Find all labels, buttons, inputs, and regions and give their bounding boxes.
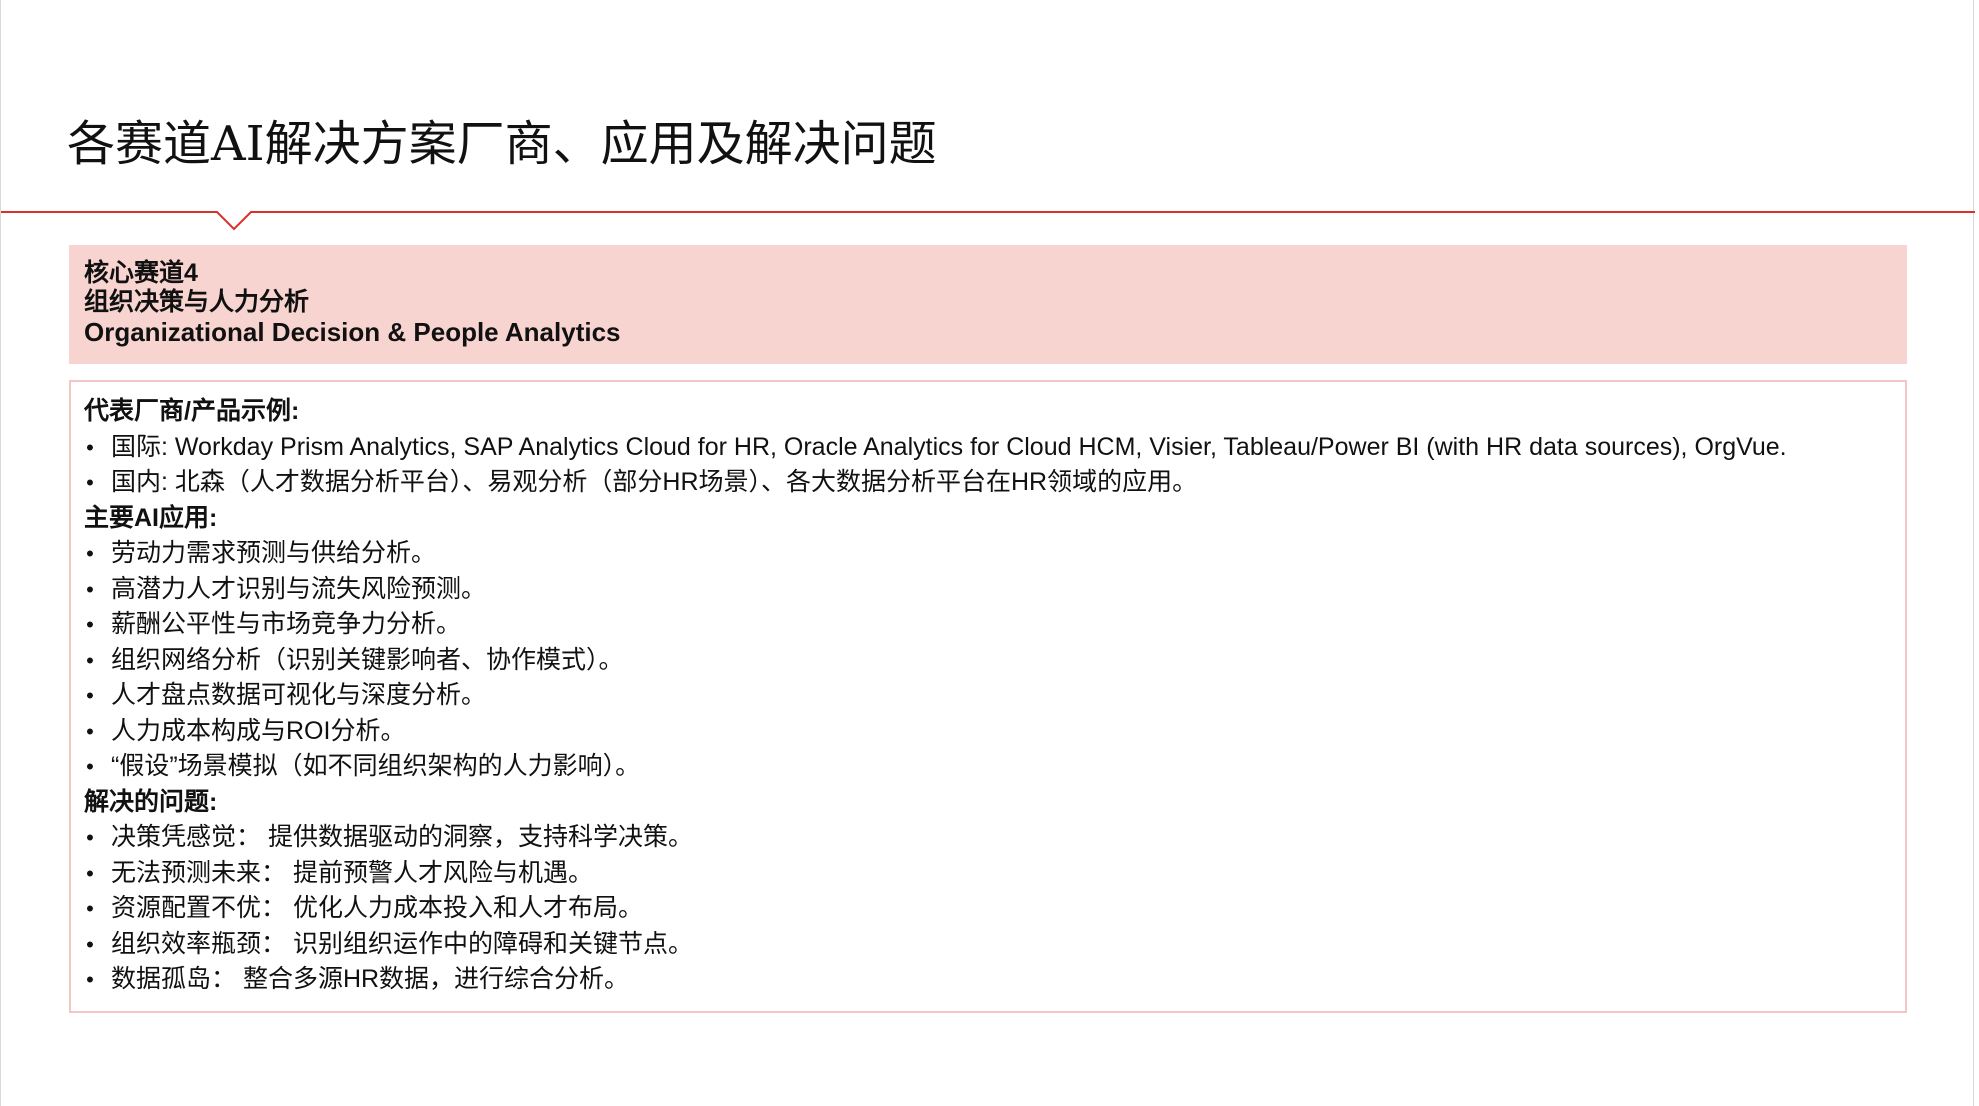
list-item: • 国际: Workday Prism Analytics, SAP Analyt… [84, 430, 1905, 466]
vendors-heading: 代表厂商/产品示例: [84, 397, 300, 425]
bullet-icon: • [86, 931, 94, 957]
list-item: • 组织效率瓶颈： 识别组织运作中的障碍和关键节点。 [84, 927, 1905, 963]
bullet-icon: • [86, 434, 94, 460]
application-text: 人才盘点数据可视化与深度分析。 [111, 681, 487, 709]
bullet-icon: • [86, 896, 94, 921]
bullet-icon: • [86, 647, 94, 673]
content-panel: 代表厂商/产品示例: • 国际: Workday Prism Analytics,… [69, 380, 1907, 1013]
bullet-icon: • [86, 470, 94, 495]
list-item: • “假设”场景模拟（如不同组织架构的人力影响）。 [84, 749, 1905, 785]
application-text: “假设”场景模拟（如不同组织架构的人力影响）。 [111, 752, 641, 780]
application-text: 劳动力需求预测与供给分析。 [111, 539, 437, 567]
list-item: • 组织网络分析（识别关键影响者、协作模式）。 [84, 643, 1905, 679]
list-item: • 高潜力人才识别与流失风险预测。 [84, 572, 1905, 608]
list-item: • 劳动力需求预测与供给分析。 [84, 536, 1905, 572]
bullet-icon: • [86, 825, 94, 850]
track-name-cn: 组织决策与人力分析 [84, 288, 310, 316]
list-item: • 国内: 北森（人才数据分析平台）、易观分析（部分HR场景）、各大数据分析平台在… [84, 465, 1905, 501]
problem-text: 决策凭感觉： 提供数据驱动的洞察，支持科学决策。 [111, 823, 693, 851]
bullet-icon: • [86, 541, 94, 566]
application-text: 薪酬公平性与市场竞争力分析。 [111, 610, 462, 638]
track-header: 核心赛道4 组织决策与人力分析 Organizational Decision … [69, 245, 1907, 364]
list-item: • 薪酬公平性与市场竞争力分析。 [84, 607, 1905, 643]
applications-list: • 劳动力需求预测与供给分析。 • 高潜力人才识别与流失风险预测。 • 薪酬公平性与市… [84, 536, 1905, 785]
page-title: 各赛道AI解决方案厂商、应用及解决问题 [67, 116, 937, 172]
applications-heading: 主要AI应用: [84, 503, 218, 532]
application-text: 高潜力人才识别与流失风险预测。 [111, 574, 487, 603]
bullet-icon: • [86, 718, 94, 744]
list-item: • 无法预测未来： 提前预警人才风险与机遇。 [84, 856, 1905, 892]
bullet-icon: • [86, 967, 94, 992]
problems-list: • 决策凭感觉： 提供数据驱动的洞察，支持科学决策。 • 无法预测未来： 提前预警人… [84, 820, 1905, 998]
application-text: 人力成本构成与ROI分析。 [111, 716, 406, 745]
bullet-icon: • [86, 754, 94, 779]
bullet-icon: • [86, 576, 94, 602]
list-item: • 人力成本构成与ROI分析。 [84, 714, 1905, 750]
list-item: • 决策凭感觉： 提供数据驱动的洞察，支持科学决策。 [84, 820, 1905, 856]
slide: 各赛道AI解决方案厂商、应用及解决问题 核心赛道4 组织决策与人力分析 Orga… [0, 0, 1975, 1106]
list-item: • 数据孤岛： 整合多源HR数据，进行综合分析。 [84, 962, 1905, 998]
track-name-en: Organizational Decision & People Analyti… [84, 317, 621, 347]
list-item: • 人才盘点数据可视化与深度分析。 [84, 678, 1905, 714]
list-item: • 资源配置不优： 优化人力成本投入和人才布局。 [84, 891, 1905, 927]
vendor-international: 国际: Workday Prism Analytics, SAP Analyti… [111, 432, 1787, 461]
vendors-list: • 国际: Workday Prism Analytics, SAP Analyt… [84, 430, 1905, 501]
problem-text: 资源配置不优： 优化人力成本投入和人才布局。 [111, 894, 643, 922]
bullet-icon: • [86, 612, 94, 637]
bullet-icon: • [86, 683, 94, 708]
vendor-domestic: 国内: 北森（人才数据分析平台）、易观分析（部分HR场景）、各大数据分析平台在H… [111, 468, 1198, 496]
title-divider [1, 211, 1975, 231]
problem-text: 无法预测未来： 提前预警人才风险与机遇。 [111, 858, 593, 887]
problems-heading: 解决的问题: [84, 787, 218, 816]
bullet-icon: • [86, 860, 94, 886]
problem-text: 数据孤岛： 整合多源HR数据，进行综合分析。 [111, 965, 630, 993]
track-number: 核心赛道4 [84, 259, 198, 287]
problem-text: 组织效率瓶颈： 识别组织运作中的障碍和关键节点。 [111, 929, 693, 958]
application-text: 组织网络分析（识别关键影响者、协作模式）。 [111, 645, 624, 674]
